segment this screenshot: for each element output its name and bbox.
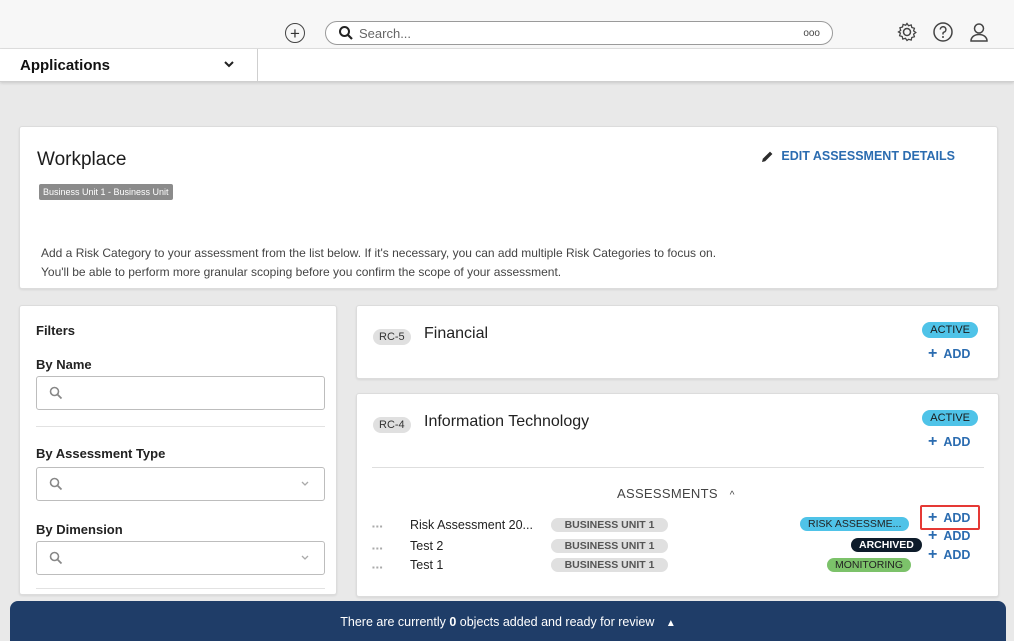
edit-assessment-details-label: EDIT ASSESSMENT DETAILS	[781, 149, 955, 163]
drag-handle-icon[interactable]: ▪▪▪	[372, 522, 384, 531]
business-unit-badge: Business Unit 1 - Business Unit	[39, 184, 173, 200]
add-assessment-button[interactable]: + ADD	[928, 547, 970, 563]
search-icon	[49, 551, 63, 565]
pencil-icon	[762, 151, 773, 162]
review-prefix: There are currently	[340, 615, 446, 629]
status-badge: RISK ASSESSME...	[800, 517, 910, 531]
chevron-down-icon	[301, 555, 309, 560]
application-bar: Applications	[0, 49, 1014, 82]
search-bar[interactable]: Search... ooo	[325, 21, 833, 45]
plus-icon: +	[928, 546, 938, 563]
add-label: ADD	[943, 529, 971, 543]
assessment-name[interactable]: Test 1	[410, 558, 443, 572]
add-label: ADD	[943, 548, 971, 562]
risk-category-card: RC-5 Financial ACTIVE + ADD	[356, 305, 999, 379]
assessment-description: Add a Risk Category to your assessment f…	[41, 244, 941, 282]
search-icon	[49, 386, 63, 400]
by-dimension-label: By Dimension	[36, 522, 123, 537]
assessments-toggle[interactable]: ASSESSMENTS ^	[617, 486, 735, 501]
caret-up-icon[interactable]: ▲	[666, 618, 676, 629]
drag-handle-icon[interactable]: ▪▪▪	[372, 544, 384, 553]
add-label: ADD	[943, 347, 971, 361]
plus-icon: +	[928, 433, 938, 450]
filters-title: Filters	[36, 323, 76, 338]
dimension-select[interactable]	[36, 541, 325, 575]
chevron-up-icon: ^	[729, 490, 735, 501]
search-icon	[49, 477, 63, 491]
description-line-2: You'll be able to perform more granular …	[41, 265, 562, 279]
gear-icon[interactable]	[896, 21, 918, 43]
business-unit-badge: BUSINESS UNIT 1	[551, 539, 668, 553]
applications-dropdown[interactable]: Applications	[0, 49, 258, 81]
help-icon[interactable]	[932, 21, 954, 43]
status-badge: ACTIVE	[922, 410, 978, 426]
by-assessment-type-label: By Assessment Type	[36, 446, 166, 461]
user-icon[interactable]	[968, 21, 990, 43]
description-line-1: Add a Risk Category to your assessment f…	[41, 246, 717, 260]
filters-panel: Filters By Name By Assessment Type By Di…	[19, 305, 337, 595]
risk-category-code: RC-4	[373, 417, 411, 433]
applications-label: Applications	[20, 57, 111, 74]
risk-category-code: RC-5	[373, 329, 411, 345]
plus-icon: +	[928, 527, 938, 544]
chevron-down-icon	[301, 481, 309, 486]
drag-handle-icon[interactable]: ▪▪▪	[372, 563, 384, 572]
business-unit-badge: BUSINESS UNIT 1	[551, 518, 668, 532]
add-icon[interactable]: +	[285, 23, 305, 43]
status-badge: ARCHIVED	[851, 538, 922, 552]
plus-icon: +	[928, 345, 938, 362]
review-count: 0	[449, 615, 457, 629]
divider	[372, 467, 984, 468]
divider	[36, 426, 325, 427]
add-risk-category-button[interactable]: + ADD	[928, 434, 970, 450]
assessment-details-card: Workplace EDIT ASSESSMENT DETAILS Busine…	[19, 126, 998, 289]
divider	[36, 588, 325, 589]
search-icon	[339, 26, 353, 40]
add-assessment-button[interactable]: + ADD	[928, 528, 970, 544]
review-bar[interactable]: There are currently 0 objects added and …	[10, 601, 1006, 641]
top-bar: + Search... ooo	[0, 0, 1014, 49]
assessment-type-select[interactable]	[36, 467, 325, 501]
add-risk-category-button[interactable]: + ADD	[928, 346, 970, 362]
status-badge: MONITORING	[827, 558, 912, 572]
chevron-down-icon	[224, 61, 234, 68]
risk-category-name: Financial	[424, 325, 489, 342]
more-options-icon[interactable]: ooo	[803, 28, 820, 39]
assessment-title: Workplace	[37, 149, 127, 170]
assessment-name[interactable]: Test 2	[410, 539, 443, 553]
assessments-header: ASSESSMENTS	[617, 486, 718, 501]
name-filter-input[interactable]	[36, 376, 325, 410]
search-placeholder[interactable]: Search...	[359, 26, 411, 41]
edit-assessment-details-button[interactable]: EDIT ASSESSMENT DETAILS	[761, 149, 955, 163]
add-label: ADD	[943, 435, 971, 449]
assessment-name[interactable]: Risk Assessment 20...	[410, 518, 533, 532]
risk-category-name: Information Technology	[424, 413, 590, 430]
business-unit-badge: BUSINESS UNIT 1	[551, 558, 668, 572]
by-name-label: By Name	[36, 357, 92, 372]
risk-category-card: RC-4 Information Technology ACTIVE + ADD…	[356, 393, 999, 597]
status-badge: ACTIVE	[922, 322, 978, 338]
review-suffix: objects added and ready for review	[459, 615, 655, 629]
